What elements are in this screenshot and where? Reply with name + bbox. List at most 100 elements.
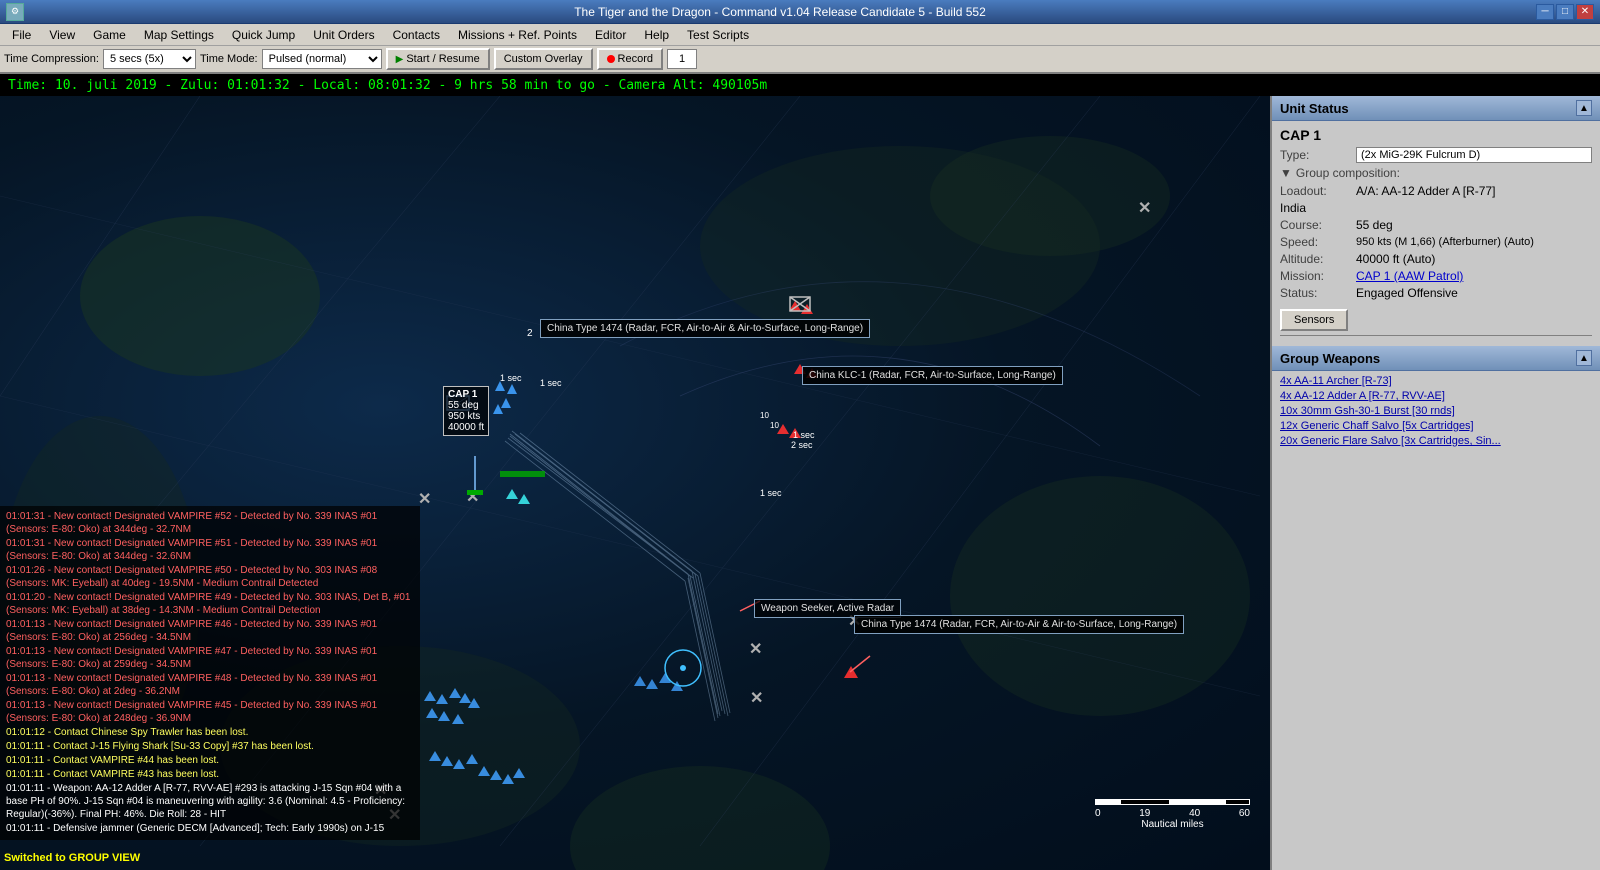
map-area[interactable]: ✕ ✕ ✕ ✕ ✕ ✕ ✕ ✕ 2 10 10 (0, 96, 1270, 870)
speed-label: Speed: (1280, 235, 1350, 249)
log-entry: 01:01:11 - Contact VAMPIRE #43 has been … (6, 768, 414, 781)
mission-row: Mission: CAP 1 (AAW Patrol) (1280, 269, 1592, 283)
menubar: FileViewGameMap SettingsQuick JumpUnit O… (0, 24, 1600, 46)
weapon-item[interactable]: 4x AA-12 Adder A [R-77, RVV-AE] (1280, 390, 1592, 402)
group-comp-toggle[interactable]: ▼ Group composition: (1280, 166, 1592, 180)
course-value: 55 deg (1356, 218, 1393, 232)
weapon-item[interactable]: 20x Generic Flare Salvo [3x Cartridges, … (1280, 435, 1592, 447)
unit-status-title: Unit Status (1280, 101, 1349, 116)
tab-input[interactable] (667, 49, 697, 69)
svg-text:10: 10 (760, 411, 769, 420)
log-entry: 01:01:31 - New contact! Designated VAMPI… (6, 510, 414, 536)
svg-text:10: 10 (770, 421, 779, 430)
cap1-altitude: 40000 ft (448, 422, 484, 433)
status-label: Status: (1280, 286, 1350, 300)
mission-value[interactable]: CAP 1 (AAW Patrol) (1356, 269, 1463, 283)
log-entry: 01:01:11 - Contact J-15 Flying Shark [Su… (6, 740, 414, 753)
log-entry: 01:01:13 - New contact! Designated VAMPI… (6, 672, 414, 698)
loadout-row: Loadout: A/A: AA-12 Adder A [R-77] (1280, 184, 1592, 198)
unit-status-header: Unit Status ▲ (1272, 96, 1600, 121)
type-dropdown[interactable]: (2x MiG-29K Fulcrum D) (1356, 147, 1592, 163)
group-weapons-title: Group Weapons (1280, 351, 1380, 366)
log-entry: 01:01:13 - New contact! Designated VAMPI… (6, 645, 414, 671)
weapons-list: 4x AA-11 Archer [R-73] 4x AA-12 Adder A [… (1272, 371, 1600, 454)
log-entry: 01:01:13 - New contact! Designated VAMPI… (6, 618, 414, 644)
weapon-item[interactable]: 10x 30mm Gsh-30-1 Burst [30 rnds] (1280, 405, 1592, 417)
cap1-unit-label: CAP 1 55 deg 950 kts 40000 ft (443, 386, 489, 436)
custom-overlay-button[interactable]: Custom Overlay (494, 48, 593, 70)
record-dot-icon (607, 55, 615, 63)
start-resume-button[interactable]: ▶ Start / Resume (386, 48, 490, 70)
group-comp-chevron: ▼ (1280, 166, 1292, 180)
group-weapons-expand[interactable]: ▲ (1576, 350, 1592, 366)
unit-name: CAP 1 (1280, 127, 1592, 143)
menu-item-unit-orders[interactable]: Unit Orders (305, 24, 382, 45)
toolbar: Time Compression: 1 sec (1x)5 secs (5x)1… (0, 46, 1600, 74)
bottom-status: Switched to GROUP VIEW (4, 852, 140, 864)
menu-item-file[interactable]: File (4, 24, 39, 45)
scale-bar: 0 19 40 60 Nautical miles (1095, 798, 1250, 830)
type-row: Type: (2x MiG-29K Fulcrum D) (1280, 147, 1592, 163)
course-row: Course: 55 deg (1280, 218, 1592, 232)
svg-text:2 sec: 2 sec (791, 440, 813, 450)
tooltip-china-klc1: China KLC-1 (Radar, FCR, Air-to-Surface,… (802, 366, 1063, 385)
window-title: The Tiger and the Dragon - Command v1.04… (24, 5, 1536, 19)
menu-item-editor[interactable]: Editor (587, 24, 634, 45)
x-marker-5: ✕ (750, 690, 763, 707)
unit-status-expand[interactable]: ▲ (1576, 100, 1592, 116)
app-icon: ⚙ (6, 3, 24, 21)
svg-text:1 sec: 1 sec (500, 373, 522, 383)
menu-item-map-settings[interactable]: Map Settings (136, 24, 222, 45)
x-marker-1: ✕ (418, 491, 431, 508)
altitude-label: Altitude: (1280, 252, 1350, 266)
menu-item-game[interactable]: Game (85, 24, 134, 45)
close-button[interactable]: ✕ (1576, 4, 1594, 20)
menu-item-contacts[interactable]: Contacts (385, 24, 448, 45)
side-row: India (1280, 201, 1592, 215)
menu-item-quick-jump[interactable]: Quick Jump (224, 24, 303, 45)
menu-item-view[interactable]: View (41, 24, 83, 45)
play-icon: ▶ (396, 54, 404, 65)
titlebar: ⚙ The Tiger and the Dragon - Command v1.… (0, 0, 1600, 24)
tooltip-china-1474-top: China Type 1474 (Radar, FCR, Air-to-Air … (540, 319, 870, 338)
right-panel: Unit Status ▲ CAP 1 Type: (2x MiG-29K Fu… (1270, 96, 1600, 870)
time-compression-label: Time Compression: (4, 53, 99, 65)
maximize-button[interactable]: □ (1556, 4, 1574, 20)
main-layout: ✕ ✕ ✕ ✕ ✕ ✕ ✕ ✕ 2 10 10 (0, 96, 1600, 870)
weapon-item[interactable]: 4x AA-11 Archer [R-73] (1280, 375, 1592, 387)
type-label: Type: (1280, 148, 1350, 162)
status-row: Status: Engaged Offensive (1280, 286, 1592, 300)
group-weapons-panel: 4x AA-11 Archer [R-73] 4x AA-12 Adder A [… (1272, 371, 1600, 870)
side-value: India (1280, 201, 1306, 215)
menu-item-help[interactable]: Help (636, 24, 677, 45)
log-entry: 01:01:11 - Weapon: AA-12 Adder A [R-77, … (6, 782, 414, 821)
divider (1280, 335, 1592, 336)
group-weapons-header: Group Weapons ▲ (1272, 346, 1600, 371)
sensors-button[interactable]: Sensors (1280, 309, 1348, 331)
log-entry: 01:01:26 - New contact! Designated VAMPI… (6, 564, 414, 590)
log-entry: 01:01:12 - Contact Chinese Spy Trawler h… (6, 726, 414, 739)
menu-item-test-scripts[interactable]: Test Scripts (679, 24, 757, 45)
unit-status-content: CAP 1 Type: (2x MiG-29K Fulcrum D) ▼ Gro… (1272, 121, 1600, 346)
speed-row: Speed: 950 kts (M 1,66) (Afterburner) (A… (1280, 235, 1592, 249)
cap1-course: 55 deg (448, 400, 484, 411)
cap1-name: CAP 1 (448, 389, 484, 400)
log-entry: 01:01:11 - Contact VAMPIRE #44 has been … (6, 754, 414, 767)
menu-item-missions--ref-points[interactable]: Missions + Ref. Points (450, 24, 585, 45)
altitude-value: 40000 ft (Auto) (1356, 252, 1435, 266)
svg-text:1 sec: 1 sec (760, 488, 782, 498)
time-compression-select[interactable]: 1 sec (1x)5 secs (5x)15 secs (15x)30 sec… (103, 49, 196, 69)
scale-title: Nautical miles (1095, 819, 1250, 830)
svg-text:2: 2 (527, 328, 533, 339)
course-label: Course: (1280, 218, 1350, 232)
weapon-item[interactable]: 12x Generic Chaff Salvo [5x Cartridges] (1280, 420, 1592, 432)
cap1-speed: 950 kts (448, 411, 484, 422)
record-button[interactable]: Record (597, 48, 663, 70)
svg-text:1 sec: 1 sec (793, 430, 815, 440)
log-panel: 01:01:31 - New contact! Designated VAMPI… (0, 506, 420, 840)
time-mode-label: Time Mode: (200, 53, 258, 65)
time-mode-select[interactable]: Pulsed (normal)Real-timeContinuous (262, 49, 382, 69)
log-entry: 01:01:31 - New contact! Designated VAMPI… (6, 537, 414, 563)
minimize-button[interactable]: ─ (1536, 4, 1554, 20)
time-display: Time: 10. juli 2019 - Zulu: 01:01:32 - L… (8, 78, 767, 93)
